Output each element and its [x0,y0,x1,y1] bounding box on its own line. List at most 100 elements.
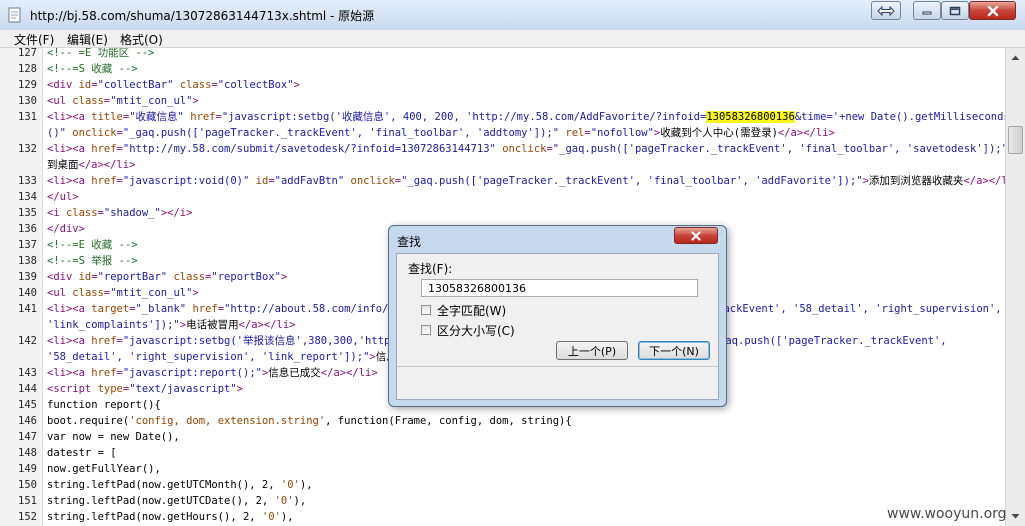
line-number: 147 [18,431,37,443]
line-number: 136 [18,223,37,235]
code-line: <!--=E 收藏 --> [47,237,138,253]
find-dialog-title: 查找 [397,235,422,249]
resize-toggle-button[interactable] [871,1,901,20]
code-token: > [293,79,300,91]
watermark: www.wooyun.org [887,506,1007,522]
find-dialog: 查找 查找(F): 全字匹配(W) 区分大小写(C) 上一个(P) 下一个(N) [388,225,727,407]
find-input[interactable] [421,279,698,297]
code-token: 'link_complaints']);" [47,319,180,331]
code-token: > [192,287,199,299]
code-token: href [91,175,117,187]
code-token: class [72,287,104,299]
code-token: rel [565,127,585,139]
line-number: 151 [18,495,37,507]
code-token: "collectBox" [217,79,294,91]
menu-format[interactable]: 格式(O) [120,31,163,48]
code-line: datestr = [ [47,445,117,461]
line-number: 131 [18,111,37,123]
line-number: 135 [18,207,37,219]
code-token: <li><a [47,367,92,379]
code-token: '0' [261,511,281,523]
code-token: > [280,271,288,283]
code-token: > [236,383,243,395]
code-token: </a></li> [238,319,296,331]
code-token: ()" [47,127,66,139]
line-number: 127 [18,48,37,59]
code-line: <li><a href="javascript:report();">信息已成交… [47,365,378,381]
code-token: 'config, dom, extension.string' [129,415,326,427]
code-token: "addFavBtn" [274,175,345,187]
scroll-down-arrow-icon[interactable] [1008,508,1023,524]
code-token: function report(){ [47,399,161,411]
code-token: , function(Frame, config, dom, string){ [325,415,572,427]
code-line: boot.require('config, dom, extension.str… [47,413,572,429]
code-line: string.leftPad(now.getHours(), 2, '0'), [47,509,294,525]
code-token: <!--=S 收藏 --> [47,63,138,75]
code-token: <!--=E 收藏 --> [47,239,138,251]
line-number: 134 [18,191,37,203]
code-token: "javascript:void(0)" [122,175,250,187]
code-token: string.leftPad(now.getUTCDate(), 2, [47,495,275,507]
line-number [0,317,37,333]
line-number [0,349,37,365]
vertical-scrollbar[interactable] [1005,48,1025,526]
code-line: now.getFullYear(), [47,461,161,477]
line-number: 150 [18,479,37,491]
code-token: "_blank" [135,303,187,315]
menu-file[interactable]: 文件(F) [14,31,54,48]
line-number: 148 [18,447,37,459]
line-number: 139 [18,271,37,283]
find-dialog-close-button[interactable] [674,227,718,244]
code-token: target [91,303,130,315]
code-token: "collectBar" [97,79,174,91]
code-token: "收藏信息" [129,111,184,123]
scrollbar-thumb[interactable] [1008,126,1023,154]
maximize-icon [949,6,961,15]
code-token: <script [47,383,98,395]
code-line: ()" onclick="_gaq.push(['pageTracker._tr… [47,125,835,141]
code-token: </a></li> [320,367,378,379]
close-icon [691,230,701,241]
code-line: 到桌面</a></li> [47,157,135,173]
code-token: <li><a [47,111,92,123]
code-token: <li><a [47,143,92,155]
find-label: 查找(F): [408,262,453,276]
title-bar: http://bj.58.com/shuma/13072863144713x.s… [0,0,1025,30]
code-token: class [72,95,104,107]
code-token: <ul [47,287,73,299]
find-dialog-body: 查找(F): 全字匹配(W) 区分大小写(C) 上一个(P) 下一个(N) [396,253,719,400]
code-token: href [91,367,117,379]
code-token: ></i> [160,207,193,219]
menu-edit[interactable]: 编辑(E) [67,31,108,48]
whole-word-checkbox[interactable] [421,305,431,315]
code-line: <ul class="mtit_con_ul"> [47,285,199,301]
line-number: 129 [18,79,37,91]
code-token: </ul> [47,191,79,203]
minimize-button[interactable] [913,1,941,20]
code-line: <div id="collectBar" class="collectBox"> [47,77,300,93]
code-token: </a></li> [777,127,835,139]
maximize-button[interactable] [941,1,969,20]
code-token: datestr = [ [47,447,117,459]
code-token: "nofollow" [590,127,654,139]
find-next-button[interactable]: 下一个(N) [638,341,710,360]
match-case-checkbox[interactable] [421,325,431,335]
code-token: <i [47,207,66,219]
line-number: 137 [18,239,37,251]
code-token: 到桌面 [47,159,79,171]
code-token: href [91,335,117,347]
code-token: "reportBar" [97,271,168,283]
code-line: <li><a title="收藏信息" href="javascript:set… [47,109,1005,125]
code-token: id [255,175,269,187]
minimize-icon [922,11,932,14]
code-token: </div> [47,223,85,235]
code-line: string.leftPad(now.getUTCMonth(), 2, '0'… [47,477,313,493]
code-token: "text/javascript" [129,383,237,395]
menu-bar: 文件(F) 编辑(E) 格式(O) [0,30,1025,48]
double-arrow-icon [877,5,895,16]
find-previous-button[interactable]: 上一个(P) [556,341,628,360]
code-token: onclick [502,143,547,155]
code-line: function report(){ [47,397,161,413]
close-button[interactable] [969,1,1016,20]
scroll-up-arrow-icon[interactable] [1008,50,1023,66]
